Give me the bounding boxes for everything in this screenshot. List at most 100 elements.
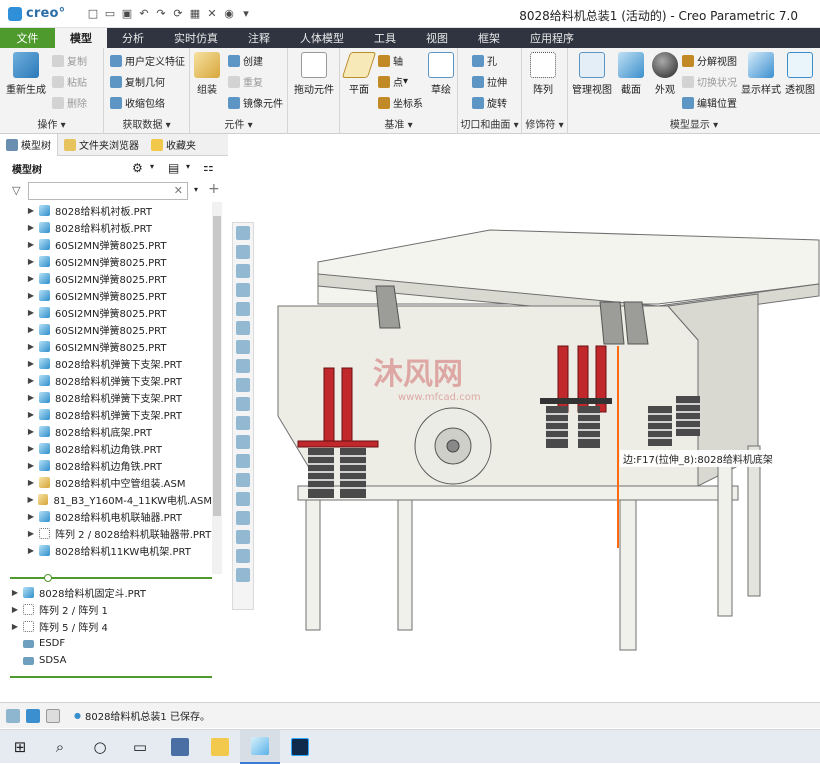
graphics-window[interactable]: 沐风网 www.mfcad.com [228, 156, 820, 702]
expand-caret-icon[interactable]: ▶ [10, 588, 20, 597]
tree-row[interactable]: ▶ 81_B3_Y160M-4_11KW电机.ASM [0, 491, 212, 508]
expand-caret-icon[interactable]: ▶ [26, 461, 36, 470]
view-manager-icon[interactable] [236, 340, 250, 354]
explode-view-button[interactable]: 分解视图 [682, 53, 737, 68]
tree-show-chevron-down-icon[interactable]: ▾ [186, 162, 190, 171]
search-icon[interactable]: ⌕ [40, 730, 80, 764]
file-explorer-icon[interactable] [200, 730, 240, 764]
tree-row[interactable]: ▶ 阵列 5 / 阵列 4 [0, 618, 212, 635]
window-icon[interactable]: ▦ [188, 7, 202, 21]
spin-center-icon[interactable] [236, 302, 250, 316]
csys-button[interactable]: 坐标系 [378, 95, 423, 110]
datum-axes-icon[interactable] [236, 416, 250, 430]
tree-row[interactable]: ▶ 8028给料机底架.PRT [0, 423, 212, 440]
base-leg-4[interactable] [717, 455, 733, 617]
windows-start-icon[interactable]: ⊞ [0, 730, 40, 764]
browser-toggle-icon[interactable] [26, 708, 40, 723]
datum-planes-icon[interactable] [236, 397, 250, 411]
tree-settings-chevron-down-icon[interactable]: ▾ [150, 162, 154, 171]
tab-live-simulation[interactable]: 实时仿真 [159, 28, 233, 48]
create-button[interactable]: 创建 [228, 53, 263, 68]
drag-component-button[interactable]: 拖动元件 [294, 52, 334, 96]
close-window-icon[interactable]: ✕ [205, 7, 219, 21]
perspective-button[interactable]: 透视图 [785, 52, 815, 96]
top-bracket-2[interactable] [599, 301, 625, 345]
tree-row[interactable]: ▶ 8028给料机弹簧下支架.PRT [0, 406, 212, 423]
undo-icon[interactable]: ↶ [137, 7, 151, 21]
appearance-gallery-icon[interactable] [236, 359, 250, 373]
assemble-button[interactable]: 组装 [194, 52, 220, 96]
add-filter-icon[interactable]: + [208, 181, 220, 197]
motor-shaft[interactable] [446, 439, 460, 453]
tree-row[interactable]: ▶ 8028给料机边角铁.PRT [0, 440, 212, 457]
tree-row[interactable]: ▶ 60SI2MN弹簧8025.PRT [0, 338, 212, 355]
tree-row[interactable]: ▶ 60SI2MN弹簧8025.PRT [0, 321, 212, 338]
tree-row[interactable]: ▶SDSA [0, 652, 212, 669]
tab-applications[interactable]: 应用程序 [515, 28, 589, 48]
display-style-mini-icon[interactable] [236, 378, 250, 392]
delete-button[interactable]: 删除 [52, 95, 87, 110]
tab-analysis[interactable]: 分析 [107, 28, 159, 48]
expand-caret-icon[interactable]: ▶ [26, 529, 36, 538]
regenerate-icon[interactable]: ⟳ [171, 7, 185, 21]
task-view-icon[interactable]: ▭ [120, 730, 160, 764]
datum-points-icon[interactable] [236, 435, 250, 449]
datum-csys-icon[interactable] [236, 454, 250, 468]
group-title-component[interactable]: 元件 ▾ [190, 116, 287, 131]
photoshop-icon[interactable] [280, 730, 320, 764]
shrinkwrap-button[interactable]: 收缩包络 [110, 95, 165, 110]
tree-row[interactable]: ▶ 8028给料机中空管组装.ASM [0, 474, 212, 491]
expand-caret-icon[interactable]: ▶ [26, 444, 36, 453]
tree-row[interactable]: ▶ 60SI2MN弹簧8025.PRT [0, 236, 212, 253]
expand-caret-icon[interactable]: ▶ [26, 291, 36, 300]
tab-view[interactable]: 视图 [411, 28, 463, 48]
tab-folder-browser[interactable]: 文件夹浏览器 [58, 134, 145, 156]
expand-caret-icon[interactable]: ▶ [26, 257, 36, 266]
expand-caret-icon[interactable]: ▶ [26, 393, 36, 402]
tree-filter-icon[interactable]: ⚏ [203, 160, 214, 174]
zoom-out-icon[interactable] [236, 264, 250, 278]
tree-row[interactable]: ▶ 8028给料机11KW电机架.PRT [0, 542, 212, 559]
base-leg-2[interactable] [397, 499, 413, 631]
tree-row[interactable]: ▶ 60SI2MN弹簧8025.PRT [0, 270, 212, 287]
cortana-icon[interactable]: ○ [80, 730, 120, 764]
manage-views-button[interactable]: 管理视图 [572, 52, 612, 96]
splitter-handle[interactable] [44, 574, 52, 582]
section-button[interactable]: 截面 [618, 52, 644, 96]
new-icon[interactable]: □ [86, 7, 100, 21]
tree-row[interactable]: ▶ 阵列 2 / 阵列 1 [0, 601, 212, 618]
base-leg-1[interactable] [305, 499, 321, 631]
tab-file[interactable]: 文件 [0, 28, 55, 48]
base-leg-5[interactable] [747, 445, 761, 597]
scrollbar-thumb[interactable] [213, 216, 221, 516]
sketch-button[interactable]: 草绘 [428, 52, 454, 96]
group-title-get-data[interactable]: 获取数据 ▾ [104, 116, 189, 131]
toggle-state-button[interactable]: 切换状况 [682, 74, 737, 89]
section-display-icon[interactable] [236, 492, 250, 506]
plane-button[interactable]: 平面 [341, 52, 377, 96]
tree-row[interactable]: ▶ 8028给料机固定斗.PRT [0, 584, 212, 601]
redo-icon[interactable]: ↷ [154, 7, 168, 21]
tab-manikin[interactable]: 人体模型 [285, 28, 359, 48]
regenerate-button[interactable]: 重新生成 [6, 52, 46, 96]
expand-icon[interactable] [236, 568, 250, 582]
expand-caret-icon[interactable]: ▶ [26, 223, 36, 232]
expand-caret-icon[interactable]: ▶ [26, 376, 36, 385]
tree-show-icon[interactable]: ▤ [168, 161, 179, 175]
mirror-component-button[interactable]: 镜像元件 [228, 95, 283, 110]
tree-row[interactable]: ▶ 60SI2MN弹簧8025.PRT [0, 304, 212, 321]
expand-caret-icon[interactable]: ▶ [26, 206, 36, 215]
tree-row[interactable]: ▶ 8028给料机弹簧下支架.PRT [0, 355, 212, 372]
appearance-button[interactable]: 外观 [652, 52, 678, 96]
tree-row[interactable]: ▶ 60SI2MN弹簧8025.PRT [0, 287, 212, 304]
display-style-button[interactable]: 显示样式 [741, 52, 781, 96]
filter-funnel-icon[interactable]: ▽ [12, 184, 20, 197]
expand-caret-icon[interactable]: ▶ [10, 622, 20, 631]
refit-icon[interactable] [236, 226, 250, 240]
model-tree-toggle-icon[interactable] [6, 708, 20, 723]
copy-geometry-button[interactable]: 复制几何 [110, 74, 165, 89]
tree-row[interactable]: ▶ 阵列 2 / 8028给料机联轴器带.PRT [0, 525, 212, 542]
tolerance-icon[interactable] [236, 530, 250, 544]
creo-icon[interactable] [240, 729, 280, 764]
save-icon[interactable]: ▣ [120, 7, 134, 21]
